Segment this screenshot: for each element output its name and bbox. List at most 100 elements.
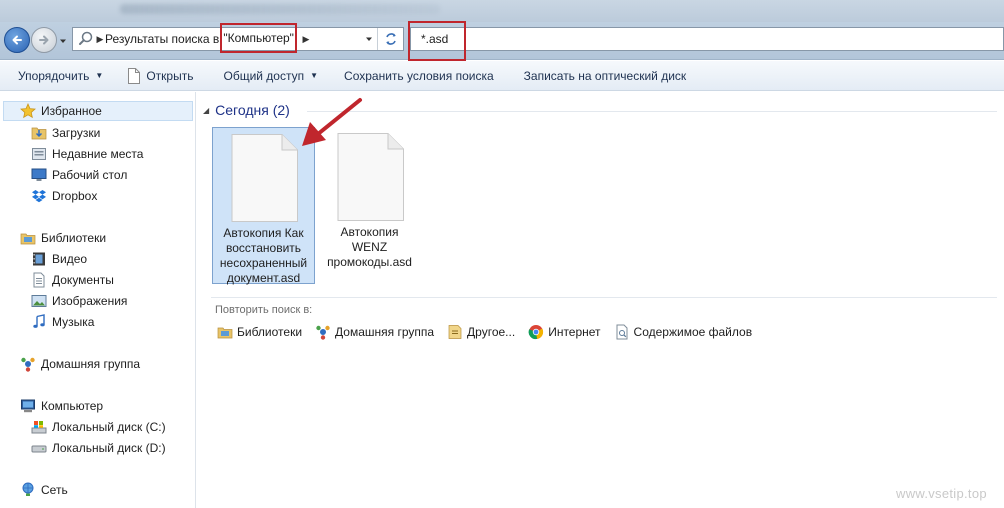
- sidebar-item-computer[interactable]: Компьютер: [20, 396, 103, 416]
- computer-icon: [21, 399, 35, 413]
- sidebar-item-label: Рабочий стол: [52, 168, 128, 182]
- repeat-search-divider: [211, 297, 997, 298]
- sidebar-item-documents[interactable]: Документы: [31, 270, 114, 290]
- file-name-line: Автокопия Как: [223, 226, 304, 240]
- documents-icon: [33, 272, 45, 288]
- refresh-icon: [386, 33, 396, 45]
- file-list-pane: ◢ Сегодня (2) Автокопия Как восстановить…: [197, 92, 1004, 508]
- repeat-search-option-label: Интернет: [548, 325, 601, 339]
- refresh-button[interactable]: [377, 28, 404, 50]
- chevron-down-icon: ▼: [310, 71, 319, 80]
- music-icon: [33, 314, 45, 328]
- libraries-icon: [20, 233, 36, 245]
- sidebar-item-network[interactable]: Сеть: [20, 480, 68, 500]
- search-highlight-frame: [408, 21, 466, 61]
- address-dropdown-icon[interactable]: [365, 35, 373, 43]
- open-label: Открыть: [146, 68, 194, 83]
- sidebar-item-dropbox[interactable]: Dropbox: [31, 186, 97, 206]
- file-name: Автокопия WENZ промокоды.asd: [318, 225, 421, 270]
- sidebar-item-label: Избранное: [41, 104, 102, 118]
- file-name-line: WENZ: [351, 240, 388, 254]
- organize-label: Упорядочить: [18, 68, 90, 83]
- repeat-search-file-contents[interactable]: Содержимое файлов: [614, 324, 753, 340]
- share-menu[interactable]: Общий доступ ▼: [203, 61, 328, 91]
- search-box[interactable]: *.asd: [410, 27, 1004, 51]
- search-icon: [79, 31, 93, 45]
- sidebar-item-disk-d[interactable]: Локальный диск (D:): [31, 438, 166, 458]
- open-button[interactable]: Открыть: [113, 61, 203, 91]
- repeat-search-option-label: Содержимое файлов: [633, 325, 753, 339]
- folder-other-icon: [448, 325, 462, 339]
- group-header-today[interactable]: ◢ Сегодня (2): [203, 102, 290, 118]
- repeat-search-other[interactable]: Другое...: [447, 324, 515, 340]
- system-drive-icon: [31, 421, 47, 434]
- arrow-right-icon: [39, 35, 49, 45]
- command-bar: Упорядочить ▼ Открыть Общий доступ ▼ Сох…: [0, 61, 1004, 91]
- repeat-search-option-label: Домашняя группа: [335, 325, 435, 339]
- sidebar-item-libraries[interactable]: Библиотеки: [20, 228, 106, 248]
- collapse-triangle-icon[interactable]: ◢: [203, 106, 209, 115]
- sidebar-item-disk-c[interactable]: Локальный диск (C:): [31, 417, 166, 437]
- chevron-right-icon[interactable]: ▶: [301, 34, 311, 45]
- file-name: Автокопия Как восстановить несохраненный…: [213, 226, 314, 286]
- sidebar-item-images[interactable]: Изображения: [31, 291, 127, 311]
- back-button[interactable]: [4, 27, 30, 53]
- sidebar-item-recent[interactable]: Недавние места: [31, 144, 143, 164]
- organize-menu[interactable]: Упорядочить ▼: [0, 61, 113, 91]
- sidebar-item-label: Dropbox: [52, 189, 98, 203]
- annotation-arrow-icon: [302, 98, 362, 146]
- chevron-down-icon: ▼: [95, 71, 104, 80]
- sidebar-item-favorites[interactable]: Избранное: [3, 101, 193, 121]
- sidebar-item-video[interactable]: Видео: [31, 249, 87, 269]
- save-search-label: Сохранить условия поиска: [344, 68, 494, 83]
- sidebar-item-label: Сеть: [41, 483, 68, 497]
- repeat-search-libraries[interactable]: Библиотеки: [217, 324, 302, 340]
- homegroup-icon: [21, 357, 35, 372]
- dropbox-icon: [32, 190, 46, 203]
- sidebar-item-desktop[interactable]: Рабочий стол: [31, 165, 127, 185]
- save-search-button[interactable]: Сохранить условия поиска: [328, 61, 504, 91]
- sidebar-item-label: Библиотеки: [41, 231, 107, 245]
- repeat-search-option-label: Библиотеки: [237, 325, 303, 339]
- navigation-pane: Избранное Загрузки Недавние места Рабочи…: [0, 92, 196, 508]
- sidebar-item-label: Загрузки: [52, 126, 101, 140]
- repeat-search-option-label: Другое...: [467, 325, 516, 339]
- address-segment-computer-highlight[interactable]: "Компьютер": [220, 23, 297, 53]
- repeat-search-options: Библиотеки Домашняя группа Другое... Инт…: [217, 324, 765, 340]
- sidebar-item-label: Музыка: [52, 315, 95, 329]
- file-name-line: несохраненный: [219, 256, 308, 270]
- address-segment-computer: "Компьютер": [223, 31, 294, 45]
- file-name-line: Автокопия: [340, 225, 399, 239]
- sidebar-item-music[interactable]: Музыка: [31, 312, 94, 332]
- address-segment-results[interactable]: Результаты поиска в: [105, 32, 219, 46]
- blank-document-icon: [231, 134, 298, 222]
- arrow-left-icon: [12, 35, 22, 45]
- blurred-title: [120, 4, 440, 14]
- history-dropdown-icon[interactable]: [59, 37, 67, 45]
- sidebar-item-label: Локальный диск (C:): [52, 420, 166, 434]
- repeat-search-label: Повторить поиск в:: [215, 304, 313, 316]
- forward-button[interactable]: [31, 27, 57, 53]
- sidebar-item-homegroup[interactable]: Домашняя группа: [20, 354, 140, 374]
- address-bar[interactable]: ▶ Результаты поиска в "Компьютер" ▶: [72, 23, 404, 53]
- sidebar-item-downloads[interactable]: Загрузки: [31, 123, 100, 143]
- file-contents-icon: [616, 324, 628, 340]
- libraries-icon: [217, 327, 233, 339]
- share-label: Общий доступ: [223, 68, 305, 83]
- repeat-search-homegroup[interactable]: Домашняя группа: [315, 324, 434, 340]
- burn-disc-button[interactable]: Записать на оптический диск: [504, 61, 697, 91]
- burn-disc-label: Записать на оптический диск: [523, 68, 687, 83]
- sidebar-item-label: Видео: [52, 252, 88, 266]
- sidebar-item-label: Недавние места: [52, 147, 144, 161]
- repeat-search-internet[interactable]: Интернет: [528, 324, 601, 340]
- sidebar-item-label: Локальный диск (D:): [52, 441, 166, 455]
- watermark: www.vsetip.top: [896, 486, 987, 501]
- group-title: Сегодня (2): [215, 102, 290, 118]
- navigation-bar: ▶ Результаты поиска в "Компьютер" ▶ *.as…: [0, 22, 1004, 60]
- homegroup-icon: [316, 325, 330, 340]
- drive-icon: [31, 445, 47, 453]
- document-icon: [128, 67, 141, 84]
- group-divider: [307, 111, 997, 112]
- downloads-folder-icon: [31, 127, 47, 140]
- desktop-icon: [31, 168, 47, 181]
